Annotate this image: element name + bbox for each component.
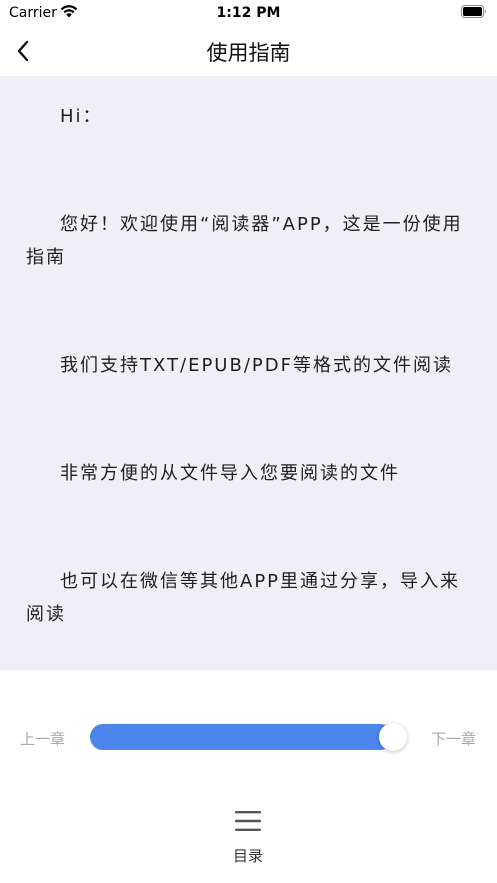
progress-slider[interactable] xyxy=(90,723,407,751)
next-chapter-button[interactable]: 下一章 xyxy=(431,728,476,749)
paragraph: 我们支持TXT/EPUB/PDF等格式的文件阅读 xyxy=(60,355,453,376)
paragraph: 也可以在微信等其他APP里通过分享，导入来阅读 xyxy=(26,571,461,625)
menu-icon xyxy=(235,811,261,831)
chapter-progress-bar: 上一章 下一章 xyxy=(0,720,497,756)
progress-slider-thumb[interactable] xyxy=(379,723,407,751)
table-of-contents-label: 目录 xyxy=(232,847,263,865)
reading-area[interactable]: Hi： 您好！欢迎使用“阅读器”APP，这是一份使用指南 我们支持TXT/EPU… xyxy=(0,76,497,670)
previous-chapter-button[interactable]: 上一章 xyxy=(20,728,65,749)
table-of-contents-button[interactable]: 目录 xyxy=(213,806,283,868)
paragraph: Hi： xyxy=(60,106,103,127)
progress-slider-fill xyxy=(90,724,393,750)
paragraph: 非常方便的从文件导入您要阅读的文件 xyxy=(60,463,400,484)
battery-icon xyxy=(461,5,486,18)
status-time: 1:12 PM xyxy=(216,5,281,21)
paragraph: 您好！欢迎使用“阅读器”APP，这是一份使用指南 xyxy=(26,214,463,268)
status-bar: Carrier 1:12 PM xyxy=(0,0,497,26)
chapter-text: Hi： 您好！欢迎使用“阅读器”APP，这是一份使用指南 我们支持TXT/EPU… xyxy=(0,76,497,631)
navigation-bar: 使用指南 xyxy=(0,26,497,76)
page-title: 使用指南 xyxy=(206,41,291,65)
